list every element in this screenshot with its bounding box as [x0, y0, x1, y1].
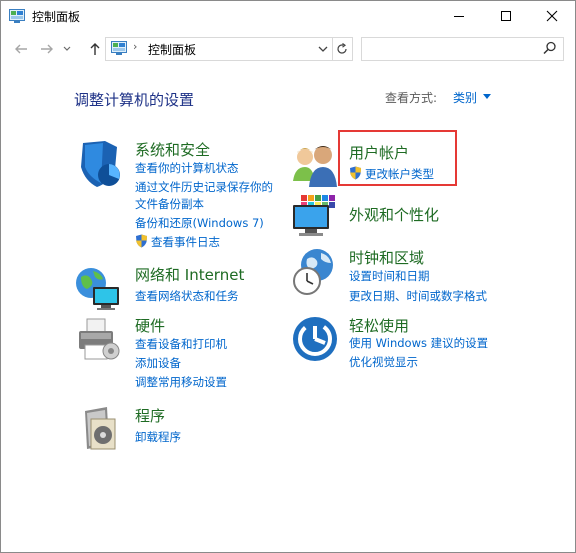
search-input[interactable] [361, 37, 564, 61]
chevron-down-icon[interactable] [317, 42, 329, 56]
highlight-box [338, 130, 457, 186]
link-view-computer-status[interactable]: 查看你的计算机状态 [135, 160, 239, 176]
clock-globe-icon[interactable] [291, 247, 341, 297]
link-change-formats[interactable]: 更改日期、时间或数字格式 [349, 288, 487, 304]
category-network-title[interactable]: 网络和 Internet [135, 264, 244, 285]
link-view-event-logs[interactable]: 查看事件日志 [135, 234, 220, 250]
category-programs-title[interactable]: 程序 [135, 405, 165, 426]
close-icon [546, 10, 558, 22]
link-devices-printers[interactable]: 查看设备和打印机 [135, 336, 227, 352]
link-mobility-settings[interactable]: 调整常用移动设置 [135, 374, 227, 390]
forward-button[interactable] [37, 39, 57, 59]
link-add-device[interactable]: 添加设备 [135, 355, 181, 371]
window-title: 控制面板 [32, 10, 81, 24]
chevron-right-icon[interactable]: › [133, 40, 137, 53]
title-bar[interactable]: 控制面板 [1, 1, 575, 31]
link-backup-restore[interactable]: 备份和还原(Windows 7) [135, 215, 264, 231]
minimize-icon [454, 16, 464, 17]
link-file-history[interactable]: 通过文件历史记录保存你的 [135, 179, 273, 195]
back-button[interactable] [11, 39, 31, 59]
chevron-down-icon[interactable] [483, 94, 491, 99]
category-hardware-title[interactable]: 硬件 [135, 315, 165, 336]
display-personalization-icon[interactable] [291, 191, 341, 241]
link-set-time-date[interactable]: 设置时间和日期 [349, 268, 430, 284]
shield-security-icon[interactable] [75, 139, 125, 189]
refresh-button[interactable] [332, 37, 353, 61]
users-icon[interactable] [291, 141, 341, 191]
category-system-security-title[interactable]: 系统和安全 [135, 139, 210, 160]
breadcrumb-control-panel[interactable]: 控制面板 [148, 41, 196, 58]
arrow-left-icon [15, 44, 27, 54]
arrow-up-icon [90, 43, 100, 55]
link-recommended-settings[interactable]: 使用 Windows 建议的设置 [349, 335, 488, 351]
network-globe-icon[interactable] [73, 263, 123, 313]
control-panel-icon [9, 9, 25, 23]
address-bar[interactable]: › 控制面板 [105, 37, 333, 61]
control-panel-window: 控制面板 › 控制面板 调整计算机的设置 查看方式: 类别 系统和安全 查看你的… [0, 0, 576, 553]
search-icon[interactable] [543, 41, 557, 55]
uac-shield-icon [136, 234, 147, 248]
printer-icon[interactable] [73, 315, 123, 365]
category-ease-access-title[interactable]: 轻松使用 [349, 315, 409, 336]
link-file-history-cont[interactable]: 文件备份副本 [135, 196, 204, 212]
programs-icon[interactable] [77, 405, 127, 455]
maximize-icon [501, 11, 511, 21]
close-button[interactable] [529, 1, 575, 31]
link-label: 查看事件日志 [151, 235, 220, 249]
maximize-button[interactable] [483, 1, 529, 31]
category-appearance-title[interactable]: 外观和个性化 [349, 204, 439, 225]
up-button[interactable] [85, 39, 105, 59]
minimize-button[interactable] [436, 1, 482, 31]
view-by-label: 查看方式: [385, 91, 438, 105]
ease-of-access-icon[interactable] [291, 315, 341, 365]
refresh-icon [337, 43, 347, 54]
category-clock-region-title[interactable]: 时钟和区域 [349, 247, 424, 268]
link-optimize-display[interactable]: 优化视觉显示 [349, 354, 418, 370]
chevron-down-icon [63, 46, 71, 51]
link-uninstall-program[interactable]: 卸载程序 [135, 429, 181, 445]
control-panel-icon [111, 41, 127, 55]
page-title: 调整计算机的设置 [74, 91, 195, 109]
link-network-status[interactable]: 查看网络状态和任务 [135, 288, 239, 304]
arrow-right-icon [41, 44, 53, 54]
view-by-dropdown[interactable]: 类别 [453, 89, 477, 106]
recent-locations-button[interactable] [61, 39, 73, 59]
